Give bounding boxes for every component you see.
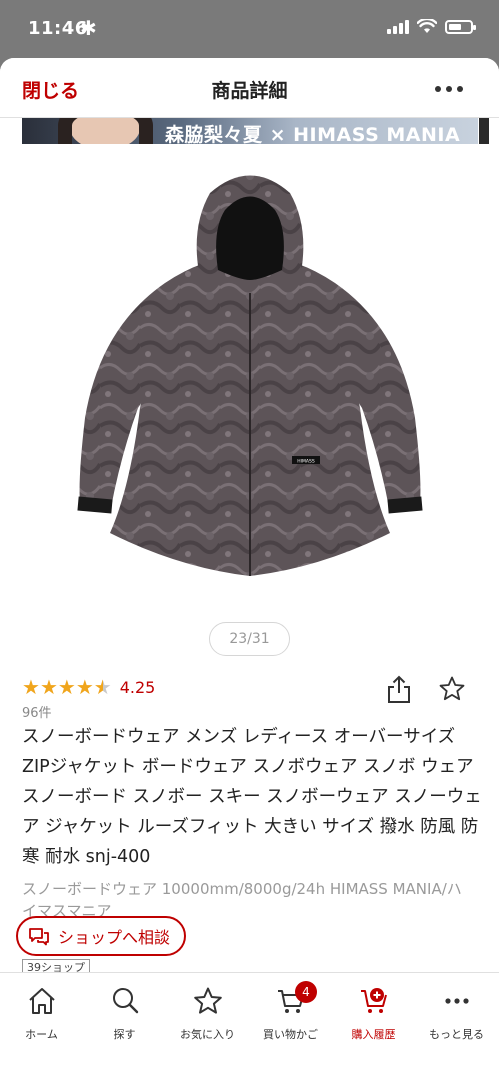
tab-search[interactable]: 探す <box>83 981 166 1051</box>
wifi-icon <box>417 19 437 33</box>
status-time: 11:46 <box>28 18 88 39</box>
tab-label: 購入履歴 <box>351 1028 396 1041</box>
star-outline-icon[interactable] <box>438 675 466 703</box>
promo-banner[interactable]: 森脇梨々夏 × HIMASS MANIA <box>22 118 478 144</box>
chat-icon <box>29 928 49 946</box>
signal-icon <box>387 19 409 34</box>
product-title: スノーボードウェア メンズ レディース オーバーサイズ ZIPジャケット ボード… <box>22 727 482 867</box>
share-icon[interactable] <box>386 674 412 704</box>
tab-label: 探す <box>113 1028 136 1041</box>
banner-text: 森脇梨々夏 × HIMASS MANIA <box>165 124 461 144</box>
battery-icon <box>445 19 476 34</box>
more-icon <box>444 998 469 1004</box>
tab-label: もっと見る <box>429 1028 484 1041</box>
tab-cart[interactable]: 4 買い物かご <box>249 981 332 1051</box>
more-dots-icon[interactable] <box>435 86 463 92</box>
home-icon <box>28 988 55 1014</box>
tab-label: お気に入り <box>180 1028 235 1041</box>
star-icon: ★ <box>39 675 58 699</box>
shop-consult-button[interactable]: ショップへ相談 <box>16 916 186 956</box>
shop-consult-label: ショップへ相談 <box>58 928 171 947</box>
star-icon: ★ <box>22 675 40 699</box>
banner-next-edge <box>479 118 489 144</box>
battery-level <box>449 23 461 30</box>
product-detail-sheet: 閉じる 商品詳細 森脇梨々夏 × HIMASS MANIA HIMASS 23/… <box>0 58 499 1080</box>
tab-favorites[interactable]: お気に入り <box>166 981 249 1051</box>
history-cart-icon <box>360 988 387 1013</box>
star-icon: ★ <box>57 675 76 699</box>
star-icon <box>193 987 222 1014</box>
tab-purchase-history[interactable]: 購入履歴 <box>332 981 415 1051</box>
image-counter: 23/31 <box>209 622 290 656</box>
product-image[interactable]: HIMASS <box>60 158 440 618</box>
jacket-label: HIMASS <box>297 459 315 465</box>
star-icon: ★ <box>93 675 112 699</box>
rating-stars[interactable]: ★ ★ ★ ★ ★ 4.25 <box>22 676 155 698</box>
banner-model-hair <box>58 118 153 144</box>
nav-bar: 閉じる 商品詳細 <box>0 58 499 118</box>
tab-label: 買い物かご <box>263 1028 318 1041</box>
search-icon <box>112 988 138 1014</box>
cart-count-badge: 4 <box>295 981 317 1003</box>
status-bar: 11:46 ✱ <box>0 0 499 58</box>
review-count[interactable]: 96件 <box>22 702 52 721</box>
tab-label: ホーム <box>25 1028 58 1041</box>
page-title: 商品詳細 <box>211 80 288 102</box>
star-icon: ★ <box>75 675 94 699</box>
asterisk-icon: ✱ <box>80 16 97 40</box>
status-indicators <box>387 19 476 34</box>
rating-value: 4.25 <box>119 677 156 697</box>
tab-home[interactable]: ホーム <box>0 981 83 1051</box>
tab-more[interactable]: もっと見る <box>415 981 498 1051</box>
bottom-tab-bar: ホーム 探す お気に入り 4 買い物かご 購入履歴 もっと見る <box>0 972 499 1080</box>
